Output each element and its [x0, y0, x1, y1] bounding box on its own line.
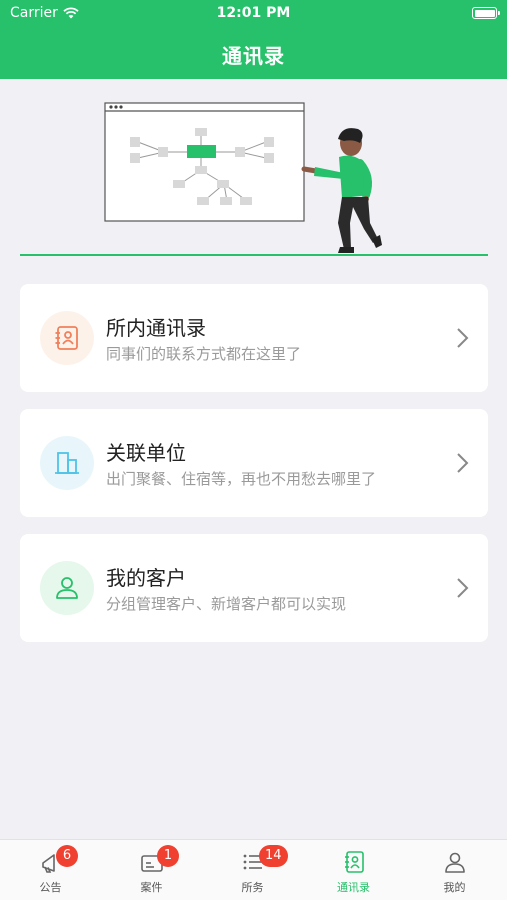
card-my-clients[interactable]: 我的客户 分组管理客户、新增客户都可以实现 — [20, 534, 488, 642]
chevron-right-icon — [457, 328, 469, 348]
tab-firm-affairs[interactable]: 14 所务 — [202, 840, 303, 900]
battery-icon — [472, 7, 500, 19]
card-icon-circle — [40, 311, 94, 365]
tab-label: 案件 — [140, 881, 163, 894]
tab-contacts[interactable]: 通讯录 — [303, 840, 404, 900]
page-title: 通讯录 — [222, 44, 285, 68]
card-icon-circle — [40, 436, 94, 490]
tab-announcements[interactable]: 6 公告 — [0, 840, 101, 900]
card-subtitle: 同事们的联系方式都在这里了 — [106, 345, 302, 363]
hero-illustration — [20, 102, 488, 256]
chevron-right-icon — [457, 578, 469, 598]
card-title: 所内通讯录 — [106, 316, 206, 340]
card-title: 我的客户 — [106, 566, 186, 590]
contact-card-icon — [55, 326, 78, 350]
building-icon — [55, 452, 79, 474]
whiteboard-illustration — [104, 102, 305, 222]
card-subtitle: 分组管理客户、新增客户都可以实现 — [106, 595, 347, 613]
person-icon — [56, 577, 78, 599]
card-affiliated-units[interactable]: 关联单位 出门聚餐、住宿等，再也不用愁去哪里了 — [20, 409, 488, 517]
tab-label: 公告 — [39, 881, 62, 894]
tab-label: 通讯录 — [337, 881, 370, 894]
nav-bar: Carrier 12:01 PM 通讯录 — [0, 0, 507, 79]
tab-bar: 6 公告 1 案件 14 所务 通讯录 我的 — [0, 839, 507, 900]
notification-badge: 6 — [56, 845, 78, 867]
tab-profile[interactable]: 我的 — [404, 840, 505, 900]
tab-cases[interactable]: 1 案件 — [101, 840, 202, 900]
profile-icon — [444, 852, 465, 873]
contacts-icon — [344, 851, 364, 873]
card-icon-circle — [40, 561, 94, 615]
status-bar: Carrier 12:01 PM — [0, 0, 507, 28]
notification-badge: 1 — [157, 845, 179, 867]
tab-label: 所务 — [241, 881, 264, 894]
card-title: 关联单位 — [106, 441, 186, 465]
tab-label: 我的 — [443, 881, 466, 894]
clock: 12:01 PM — [216, 5, 291, 21]
presenter-figure — [301, 128, 382, 253]
notification-badge: 14 — [259, 845, 288, 867]
chevron-right-icon — [457, 453, 469, 473]
card-subtitle: 出门聚餐、住宿等，再也不用愁去哪里了 — [106, 470, 377, 488]
card-firm-directory[interactable]: 所内通讯录 同事们的联系方式都在这里了 — [20, 284, 488, 392]
